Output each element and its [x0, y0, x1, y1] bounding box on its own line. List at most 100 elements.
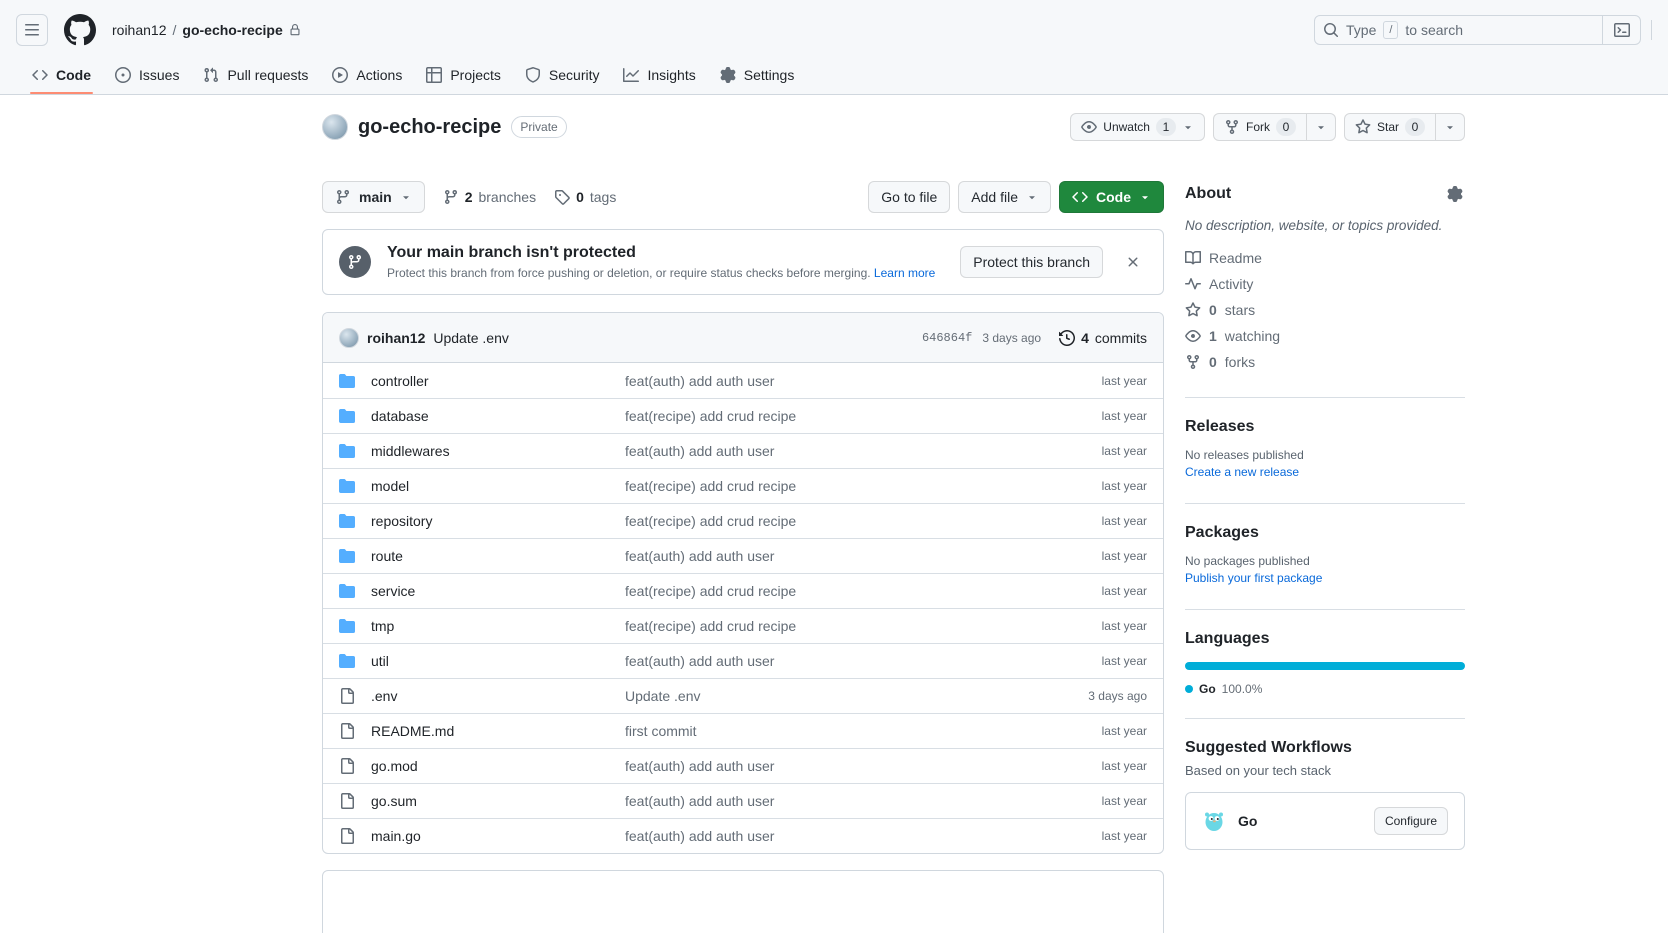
tab-insights[interactable]: Insights [615, 56, 703, 94]
unwatch-button[interactable]: Unwatch 1 [1070, 113, 1205, 141]
hamburger-menu-button[interactable] [16, 14, 48, 46]
about-activity-link[interactable]: Activity [1185, 271, 1465, 297]
file-name-link[interactable]: go.mod [371, 758, 609, 774]
about-stars-link[interactable]: 0 stars [1185, 297, 1465, 323]
folder-icon [339, 513, 355, 529]
commit-history-link[interactable]: 4 commits [1059, 330, 1147, 346]
row-commit-message-link[interactable]: feat(auth) add auth user [625, 443, 1021, 459]
about-watching-link[interactable]: 1 watching [1185, 323, 1465, 349]
tags-link[interactable]: 0 tags [554, 189, 616, 205]
tags-label: tags [590, 189, 616, 205]
code-icon [1072, 189, 1088, 205]
protect-branch-button[interactable]: Protect this branch [960, 246, 1103, 278]
tab-projects[interactable]: Projects [418, 56, 509, 94]
table-row[interactable]: util feat(auth) add auth user last year [323, 643, 1163, 678]
table-row[interactable]: controller feat(auth) add auth user last… [323, 363, 1163, 398]
create-release-link[interactable]: Create a new release [1185, 465, 1299, 479]
file-name-link[interactable]: model [371, 478, 609, 494]
search-placeholder-pre: Type [1346, 22, 1376, 38]
row-commit-message-link[interactable]: Update .env [625, 688, 1021, 704]
table-row[interactable]: model feat(recipe) add crud recipe last … [323, 468, 1163, 503]
command-palette-button[interactable] [1602, 16, 1640, 44]
file-name-link[interactable]: main.go [371, 828, 609, 844]
add-file-button[interactable]: Add file [958, 181, 1051, 213]
row-commit-message-link[interactable]: feat(recipe) add crud recipe [625, 478, 1021, 494]
row-commit-message-link[interactable]: feat(recipe) add crud recipe [625, 513, 1021, 529]
table-row[interactable]: .env Update .env 3 days ago [323, 678, 1163, 713]
row-commit-message-link[interactable]: feat(auth) add auth user [625, 373, 1021, 389]
tab-settings[interactable]: Settings [712, 56, 803, 94]
configure-workflow-button[interactable]: Configure [1374, 807, 1448, 835]
table-row[interactable]: README.md first commit last year [323, 713, 1163, 748]
publish-package-link[interactable]: Publish your first package [1185, 571, 1322, 585]
fork-button[interactable]: Fork 0 [1213, 113, 1307, 141]
row-commit-message-link[interactable]: feat(auth) add auth user [625, 548, 1021, 564]
tab-pull-requests[interactable]: Pull requests [195, 56, 316, 94]
file-icon [339, 793, 355, 809]
breadcrumb-repo-link[interactable]: go-echo-recipe [182, 22, 282, 38]
tab-security[interactable]: Security [517, 56, 608, 94]
close-icon [1125, 254, 1141, 270]
table-row[interactable]: go.mod feat(auth) add auth user last yea… [323, 748, 1163, 783]
row-commit-message-link[interactable]: first commit [625, 723, 1021, 739]
branches-link[interactable]: 2 branches [443, 189, 536, 205]
row-commit-message-link[interactable]: feat(recipe) add crud recipe [625, 408, 1021, 424]
table-row[interactable]: service feat(recipe) add crud recipe las… [323, 573, 1163, 608]
file-name-link[interactable]: go.sum [371, 793, 609, 809]
row-commit-message-link[interactable]: feat(recipe) add crud recipe [625, 583, 1021, 599]
table-row[interactable]: go.sum feat(auth) add auth user last yea… [323, 783, 1163, 818]
page-title[interactable]: go-echo-recipe [358, 116, 501, 139]
slash-key-hint: / [1383, 21, 1398, 39]
file-name-link[interactable]: middlewares [371, 443, 609, 459]
workflow-card-go: Go Configure [1185, 792, 1465, 850]
file-name-link[interactable]: service [371, 583, 609, 599]
commit-message-link[interactable]: Update .env [433, 330, 509, 346]
breadcrumb-owner-link[interactable]: roihan12 [112, 22, 167, 38]
branch-selector-button[interactable]: main [322, 181, 425, 213]
file-name-link[interactable]: util [371, 653, 609, 669]
tab-actions[interactable]: Actions [324, 56, 410, 94]
file-name-link[interactable]: database [371, 408, 609, 424]
table-row[interactable]: route feat(auth) add auth user last year [323, 538, 1163, 573]
table-row[interactable]: main.go feat(auth) add auth user last ye… [323, 818, 1163, 853]
github-logo-icon[interactable] [64, 14, 96, 46]
learn-more-link[interactable]: Learn more [874, 266, 935, 280]
language-bar[interactable] [1185, 662, 1465, 670]
about-settings-button[interactable] [1445, 184, 1465, 204]
file-name-link[interactable]: .env [371, 688, 609, 704]
row-commit-message-link[interactable]: feat(auth) add auth user [625, 828, 1021, 844]
row-commit-message-link[interactable]: feat(auth) add auth user [625, 653, 1021, 669]
commit-hash-link[interactable]: 646864f [922, 331, 972, 345]
table-row[interactable]: database feat(recipe) add crud recipe la… [323, 398, 1163, 433]
global-search-input[interactable]: Type / to search [1314, 15, 1641, 45]
file-name-link[interactable]: README.md [371, 723, 609, 739]
commit-author-link[interactable]: roihan12 [367, 330, 425, 346]
star-dropdown-button[interactable] [1435, 113, 1465, 141]
row-commit-message-link[interactable]: feat(auth) add auth user [625, 793, 1021, 809]
row-commit-message-link[interactable]: feat(recipe) add crud recipe [625, 618, 1021, 634]
file-name-link[interactable]: tmp [371, 618, 609, 634]
row-commit-message-link[interactable]: feat(auth) add auth user [625, 758, 1021, 774]
file-name-link[interactable]: route [371, 548, 609, 564]
go-to-file-button[interactable]: Go to file [868, 181, 950, 213]
about-readme-link[interactable]: Readme [1185, 245, 1465, 271]
fork-dropdown-button[interactable] [1306, 113, 1336, 141]
code-dropdown-button[interactable]: Code [1059, 181, 1164, 213]
tab-label: Actions [356, 67, 402, 83]
table-row[interactable]: repository feat(recipe) add crud recipe … [323, 503, 1163, 538]
file-name-link[interactable]: controller [371, 373, 609, 389]
banner-close-button[interactable] [1119, 248, 1147, 276]
star-button[interactable]: Star 0 [1344, 113, 1436, 141]
tab-code[interactable]: Code [24, 56, 99, 94]
language-legend-go[interactable]: Go 100.0% [1185, 682, 1465, 696]
tab-issues[interactable]: Issues [107, 56, 187, 94]
file-name-link[interactable]: repository [371, 513, 609, 529]
chevron-down-icon [400, 191, 412, 203]
repo-owner-avatar[interactable] [322, 114, 348, 140]
commit-author-avatar[interactable] [339, 328, 359, 348]
sidebar-divider [1185, 718, 1465, 719]
languages-heading: Languages [1185, 630, 1465, 648]
table-row[interactable]: middlewares feat(auth) add auth user las… [323, 433, 1163, 468]
table-row[interactable]: tmp feat(recipe) add crud recipe last ye… [323, 608, 1163, 643]
about-forks-link[interactable]: 0 forks [1185, 349, 1465, 375]
